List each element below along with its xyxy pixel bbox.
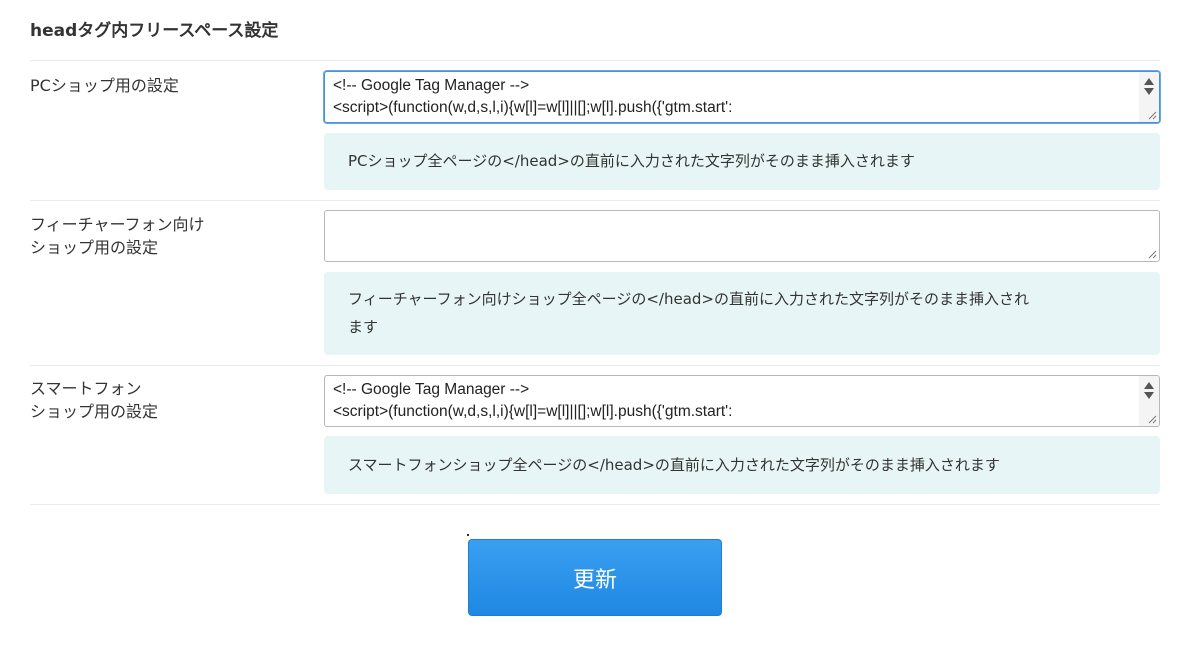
divider <box>30 60 1160 61</box>
textarea-line: <script>(function(w,d,s,l,i){w[l]=w[l]||… <box>333 403 733 420</box>
pc-shop-head-textarea[interactable]: <!-- Google Tag Manager --> <script>(fun… <box>324 71 1160 123</box>
scroll-up-icon[interactable] <box>1144 78 1154 85</box>
resize-grip-icon[interactable] <box>1147 414 1157 424</box>
divider <box>30 504 1160 505</box>
pc-shop-help-text: PCショップ全ページの</head>の直前に入力された文字列がそのまま挿入されま… <box>348 152 915 170</box>
divider <box>30 200 1160 201</box>
smartphone-head-textarea-content: <!-- Google Tag Manager --> <script>(fun… <box>333 379 1135 423</box>
smartphone-help-text: スマートフォンショップ全ページの</head>の直前に入力された文字列がそのまま… <box>348 456 1000 474</box>
divider <box>30 365 1160 366</box>
resize-grip-icon[interactable] <box>1147 249 1157 259</box>
feature-phone-help-line: フィーチャーフォン向けショップ全ページの</head>の直前に入力された文字列が… <box>348 290 1029 308</box>
scroll-up-icon[interactable] <box>1144 382 1154 389</box>
scroll-down-icon[interactable] <box>1144 392 1154 399</box>
pc-shop-help: PCショップ全ページの</head>の直前に入力された文字列がそのまま挿入されま… <box>324 133 1160 190</box>
update-button[interactable]: 更新 <box>468 539 722 616</box>
feature-phone-help-line: ます <box>348 318 379 336</box>
feature-phone-head-textarea[interactable] <box>324 210 1160 262</box>
feature-phone-help: フィーチャーフォン向けショップ全ページの</head>の直前に入力された文字列が… <box>324 272 1160 355</box>
pc-shop-head-textarea-content: <!-- Google Tag Manager --> <script>(fun… <box>333 75 1135 119</box>
resize-grip-icon[interactable] <box>1147 110 1157 120</box>
scroll-down-icon[interactable] <box>1144 88 1154 95</box>
smartphone-help: スマートフォンショップ全ページの</head>の直前に入力された文字列がそのまま… <box>324 436 1160 494</box>
stray-dot <box>467 534 469 536</box>
pc-shop-label: PCショップ用の設定 <box>30 76 179 95</box>
smartphone-head-textarea[interactable]: <!-- Google Tag Manager --> <script>(fun… <box>324 375 1160 427</box>
feature-phone-shop-label: フィーチャーフォン向け ショップ用の設定 <box>30 215 205 257</box>
smartphone-shop-label: スマートフォン ショップ用の設定 <box>30 379 159 421</box>
textarea-line: <!-- Google Tag Manager --> <box>333 77 530 94</box>
textarea-line: <script>(function(w,d,s,l,i){w[l]=w[l]||… <box>333 99 733 116</box>
textarea-line: <!-- Google Tag Manager --> <box>333 381 530 398</box>
section-title: headタグ内フリースペース設定 <box>30 21 279 41</box>
